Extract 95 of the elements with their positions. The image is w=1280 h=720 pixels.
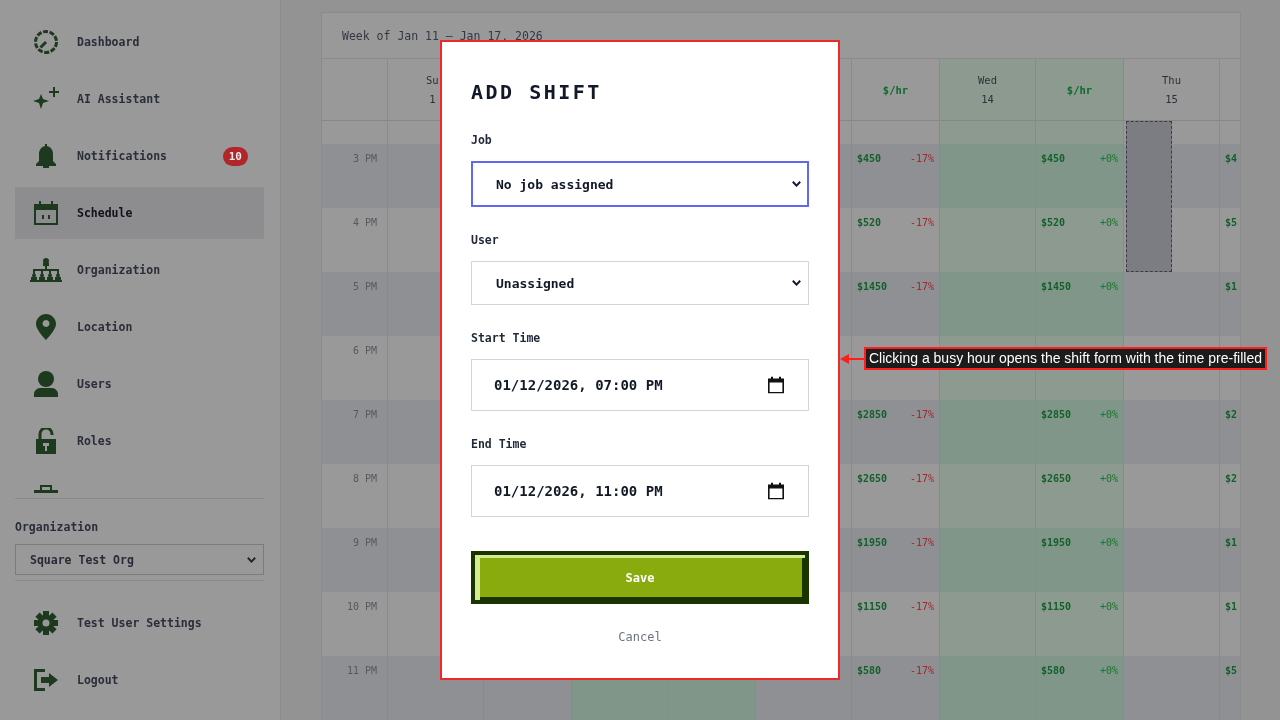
hour-label: 3 PM: [352, 153, 377, 165]
rate-amount: $520: [1041, 217, 1066, 229]
open-padlock-icon: [36, 428, 56, 454]
organization-label: Organization: [15, 520, 100, 534]
dropdown-field[interactable]: No job assigned: [471, 161, 809, 207]
tray-top-icon: [34, 485, 58, 493]
rate-amount: $1: [1225, 601, 1238, 613]
organization-select[interactable]: Square Test Org: [15, 544, 264, 575]
rate-amount: $2650: [1041, 473, 1072, 485]
rate-amount: $2850: [1041, 409, 1072, 421]
bell-icon: [34, 144, 58, 168]
day-date: 14: [981, 93, 994, 105]
chevron-down-icon: [247, 556, 256, 563]
rate-amount: $5: [1225, 217, 1238, 229]
calendar-icon[interactable]: [768, 482, 784, 500]
rate-change: -17%: [909, 409, 934, 421]
map-pin-icon: [36, 314, 56, 340]
datetime-field[interactable]: 01/12/2026, 07:00 PM: [471, 359, 809, 411]
rate-change: -17%: [909, 601, 934, 613]
rate-change: -17%: [909, 537, 934, 549]
datetime-field[interactable]: 01/12/2026, 11:00 PM: [471, 465, 809, 517]
hour-label: 4 PM: [352, 217, 377, 229]
nav-item[interactable]: Dashboard: [15, 16, 264, 68]
day-date: 1: [429, 93, 436, 105]
nav-item[interactable]: Schedule: [15, 187, 264, 239]
rate-change: +0%: [1099, 409, 1118, 421]
rate-change: -17%: [909, 153, 934, 165]
gauge-icon: [34, 30, 58, 54]
person-icon: [34, 371, 58, 397]
left-arrow-icon: [840, 352, 864, 365]
rate-amount: $2: [1225, 409, 1238, 421]
day-name: Thu: [1162, 74, 1181, 86]
nav-item[interactable]: Location: [15, 301, 264, 353]
hour-label: 8 PM: [352, 473, 377, 485]
rate-amount: $4: [1225, 153, 1238, 165]
rate-amount: $1950: [1041, 537, 1072, 549]
rate-change: -17%: [909, 473, 934, 485]
rate-change: +0%: [1099, 217, 1118, 229]
sidebar-link[interactable]: Logout: [15, 654, 264, 706]
rate-amount: $580: [857, 665, 882, 677]
rate-amount: $1450: [1041, 281, 1072, 293]
nav-item[interactable]: Organization: [15, 244, 264, 296]
rate-amount: $520: [857, 217, 882, 229]
rate-amount: $1: [1225, 281, 1238, 293]
rate-change: +0%: [1099, 601, 1118, 613]
rate-amount: $1150: [857, 601, 888, 613]
nav-item[interactable]: Roles: [15, 415, 264, 467]
exit-arrow-icon: [34, 668, 58, 692]
hour-label: 11 PM: [346, 665, 377, 677]
rate-change: +0%: [1099, 153, 1118, 165]
calendar-icon: [34, 201, 58, 225]
rate-amount: $5: [1225, 665, 1238, 677]
day-name: Wed: [978, 74, 997, 86]
hour-label: 9 PM: [352, 537, 377, 549]
rate-change: +0%: [1099, 665, 1118, 677]
hour-label: 6 PM: [352, 345, 377, 357]
gear-icon: [34, 611, 58, 635]
org-chart-icon: [30, 258, 62, 282]
rate-change: +0%: [1099, 281, 1118, 293]
chevron-down-icon: [792, 181, 801, 187]
dropdown-field[interactable]: Unassigned: [471, 261, 809, 305]
nav-item[interactable]: AI Assistant: [15, 73, 264, 125]
nav-item[interactable]: Users: [15, 358, 264, 410]
calendar-icon[interactable]: [768, 376, 784, 394]
rate-amount: $450: [1041, 153, 1066, 165]
rate-amount: $1150: [1041, 601, 1072, 613]
rate-amount: $450: [857, 153, 882, 165]
notification-badge: 10: [222, 146, 248, 166]
rate-heading: $/hr: [1066, 83, 1093, 96]
rate-amount: $580: [1041, 665, 1066, 677]
day-name: Su: [426, 74, 439, 86]
shift-block[interactable]: [1126, 121, 1172, 272]
hour-label: 5 PM: [352, 281, 377, 293]
rate-amount: $2: [1225, 473, 1238, 485]
rate-amount: $2650: [857, 473, 888, 485]
save-button[interactable]: Save: [471, 551, 809, 604]
rate-change: +0%: [1099, 473, 1118, 485]
rate-heading: $/hr: [882, 83, 909, 96]
nav-item[interactable]: Notifications 10: [15, 130, 264, 182]
rate-amount: $2850: [857, 409, 888, 421]
day-date: 15: [1165, 93, 1178, 105]
annotation-callout: Clicking a busy hour opens the shift form with the time pre-filled: [864, 347, 1267, 370]
rate-amount: $1450: [857, 281, 888, 293]
rate-change: +0%: [1099, 537, 1118, 549]
rate-amount: $1950: [857, 537, 888, 549]
hour-label: 7 PM: [352, 409, 377, 421]
rate-change: -17%: [909, 665, 934, 677]
rate-change: -17%: [909, 281, 934, 293]
rate-change: -17%: [909, 217, 934, 229]
cancel-button[interactable]: Cancel: [618, 631, 662, 644]
sidebar-link[interactable]: Test User Settings: [15, 597, 264, 649]
hour-label: 10 PM: [346, 601, 377, 613]
chevron-down-icon: [792, 280, 801, 286]
rate-amount: $1: [1225, 537, 1238, 549]
sparkle-icon: [33, 87, 59, 111]
